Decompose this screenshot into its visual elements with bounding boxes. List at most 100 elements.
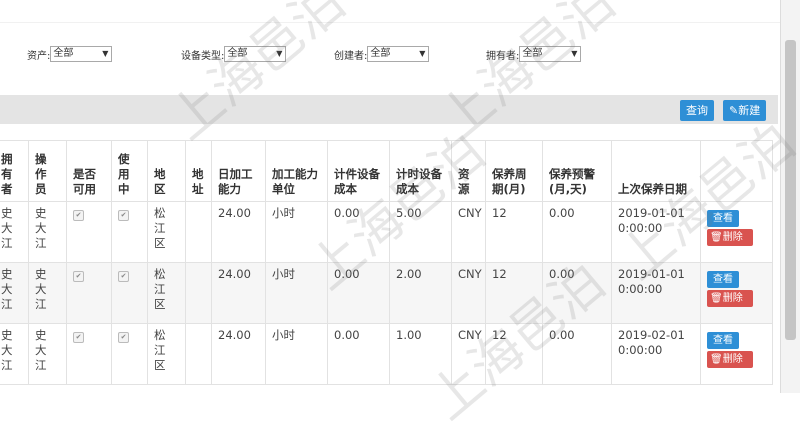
column-header: 拥 有 者 (0, 140, 29, 202)
owner-select[interactable]: 全部 ▼ (519, 46, 582, 62)
delete-button[interactable]: 🗑删除 (707, 351, 753, 368)
asset-select[interactable]: 全部 ▼ (50, 46, 113, 62)
cell-piece-cost: 0.00 (327, 323, 390, 385)
in-use-checkbox: ✔ (111, 201, 148, 263)
cell-operator: 史 大 江 (28, 323, 67, 385)
top-band (0, 0, 800, 23)
filter-device-type: 设备类型: 全部 ▼ (181, 46, 287, 62)
cell-owner: 史 大 江 (0, 201, 29, 263)
column-header: 操 作 员 (28, 140, 67, 202)
cell-actions: 查看 🗑删除 (700, 262, 773, 324)
table-row: 史 大 江史 大 江 ✔ ✔ 松 江 区 24.00 小时 0.00 1.00 CNY 12 0.0… (0, 323, 773, 385)
filter-creator-label: 创建者: (334, 50, 368, 62)
available-checkbox: ✔ (66, 262, 112, 324)
filter-device-type-label: 设备类型: (181, 50, 225, 62)
creator-select[interactable]: 全部 ▼ (367, 46, 430, 62)
trash-icon: 🗑 (710, 232, 723, 243)
available-checkbox[interactable]: ✔ (73, 271, 84, 282)
table-header-row: 拥 有 者操 作 员是否 可用使 用 中地 区地 址日加工 能力 加工能力 单位计… (0, 140, 773, 202)
in-use-checkbox[interactable]: ✔ (118, 271, 129, 282)
in-use-checkbox[interactable]: ✔ (118, 210, 129, 221)
cell-region: 松 江 区 (147, 323, 186, 385)
cell-resource: CNY (451, 323, 486, 385)
filter-owner: 拥有者: 全部 ▼ (486, 46, 582, 62)
table-row: 史 大 江史 大 江 ✔ ✔ 松 江 区 24.00 小时 0.00 2.00 CNY 12 0.0… (0, 262, 773, 324)
cell-address (185, 201, 212, 263)
delete-label: 删除 (722, 354, 743, 365)
scrollbar[interactable] (780, 0, 800, 393)
available-checkbox[interactable]: ✔ (73, 332, 84, 343)
cell-last-date: 2019-01-01 0:00:00 (611, 262, 701, 324)
column-header: 日加工 能力 (211, 140, 266, 202)
pencil-icon: ✎ (729, 104, 739, 117)
cell-capacity: 24.00 (211, 323, 266, 385)
cell-piece-cost: 0.00 (327, 262, 390, 324)
column-header: 是否 可用 (66, 140, 112, 202)
new-button[interactable]: ✎新建 (723, 100, 767, 121)
column-header (700, 140, 773, 202)
cell-last-date: 2019-02-01 0:00:00 (611, 323, 701, 385)
cell-warning: 0.00 (542, 323, 612, 385)
cell-capacity: 24.00 (211, 201, 266, 263)
trash-icon: 🗑 (710, 293, 723, 304)
cell-cycle: 12 (485, 201, 543, 263)
column-header: 地 址 (185, 140, 212, 202)
filter-creator: 创建者: 全部 ▼ (334, 46, 430, 62)
cell-address (185, 262, 212, 324)
view-button[interactable]: 查看 (707, 271, 739, 288)
cell-actions: 查看 🗑删除 (700, 323, 773, 385)
column-header: 保养预警 (月,天) (542, 140, 612, 202)
scrollbar-thumb[interactable] (785, 40, 796, 340)
filter-asset: 资产: 全部 ▼ (27, 46, 113, 62)
cell-unit: 小时 (265, 262, 328, 324)
delete-button[interactable]: 🗑删除 (707, 229, 753, 246)
cell-owner: 史 大 江 (0, 323, 29, 385)
cell-cycle: 12 (485, 262, 543, 324)
cell-time-cost: 2.00 (389, 262, 452, 324)
filter-bar: 资产: 全部 ▼ 设备类型: 全部 ▼ 创建者: 全部 ▼ 拥有者: 全部 ▼ (0, 44, 800, 70)
cell-region: 松 江 区 (147, 262, 186, 324)
cell-operator: 史 大 江 (28, 262, 67, 324)
available-checkbox: ✔ (66, 201, 112, 263)
column-header: 上次保养日期 (611, 140, 701, 202)
query-button[interactable]: 查询 (680, 100, 714, 121)
cell-region: 松 江 区 (147, 201, 186, 263)
in-use-checkbox: ✔ (111, 323, 148, 385)
device-type-select[interactable]: 全部 ▼ (224, 46, 287, 62)
available-checkbox: ✔ (66, 323, 112, 385)
cell-time-cost: 1.00 (389, 323, 452, 385)
device-table: 拥 有 者操 作 员是否 可用使 用 中地 区地 址日加工 能力 加工能力 单位计… (0, 140, 773, 385)
cell-resource: CNY (451, 262, 486, 324)
in-use-checkbox[interactable]: ✔ (118, 332, 129, 343)
chevron-down-icon: ▼ (571, 49, 578, 58)
cell-warning: 0.00 (542, 262, 612, 324)
cell-warning: 0.00 (542, 201, 612, 263)
column-header: 计时设备 成本 (389, 140, 452, 202)
toolbar (0, 95, 778, 124)
column-header: 加工能力 单位 (265, 140, 328, 202)
view-button[interactable]: 查看 (707, 210, 739, 227)
cell-operator: 史 大 江 (28, 201, 67, 263)
cell-last-date: 2019-01-01 0:00:00 (611, 201, 701, 263)
available-checkbox[interactable]: ✔ (73, 210, 84, 221)
chevron-down-icon: ▼ (102, 49, 109, 58)
column-header: 地 区 (147, 140, 186, 202)
in-use-checkbox: ✔ (111, 262, 148, 324)
cell-unit: 小时 (265, 323, 328, 385)
trash-icon: 🗑 (710, 354, 723, 365)
cell-address (185, 323, 212, 385)
cell-owner: 史 大 江 (0, 262, 29, 324)
filter-owner-label: 拥有者: (486, 50, 520, 62)
delete-button[interactable]: 🗑删除 (707, 290, 753, 307)
table-row: 史 大 江史 大 江 ✔ ✔ 松 江 区 24.00 小时 0.00 5.00 CNY 12 0.0… (0, 201, 773, 263)
cell-resource: CNY (451, 201, 486, 263)
delete-label: 删除 (722, 232, 743, 243)
view-button[interactable]: 查看 (707, 332, 739, 349)
column-header: 保养周 期(月) (485, 140, 543, 202)
filter-asset-label: 资产: (27, 50, 51, 62)
cell-actions: 查看 🗑删除 (700, 201, 773, 263)
chevron-down-icon: ▼ (419, 49, 426, 58)
column-header: 使 用 中 (111, 140, 148, 202)
cell-cycle: 12 (485, 323, 543, 385)
cell-time-cost: 5.00 (389, 201, 452, 263)
